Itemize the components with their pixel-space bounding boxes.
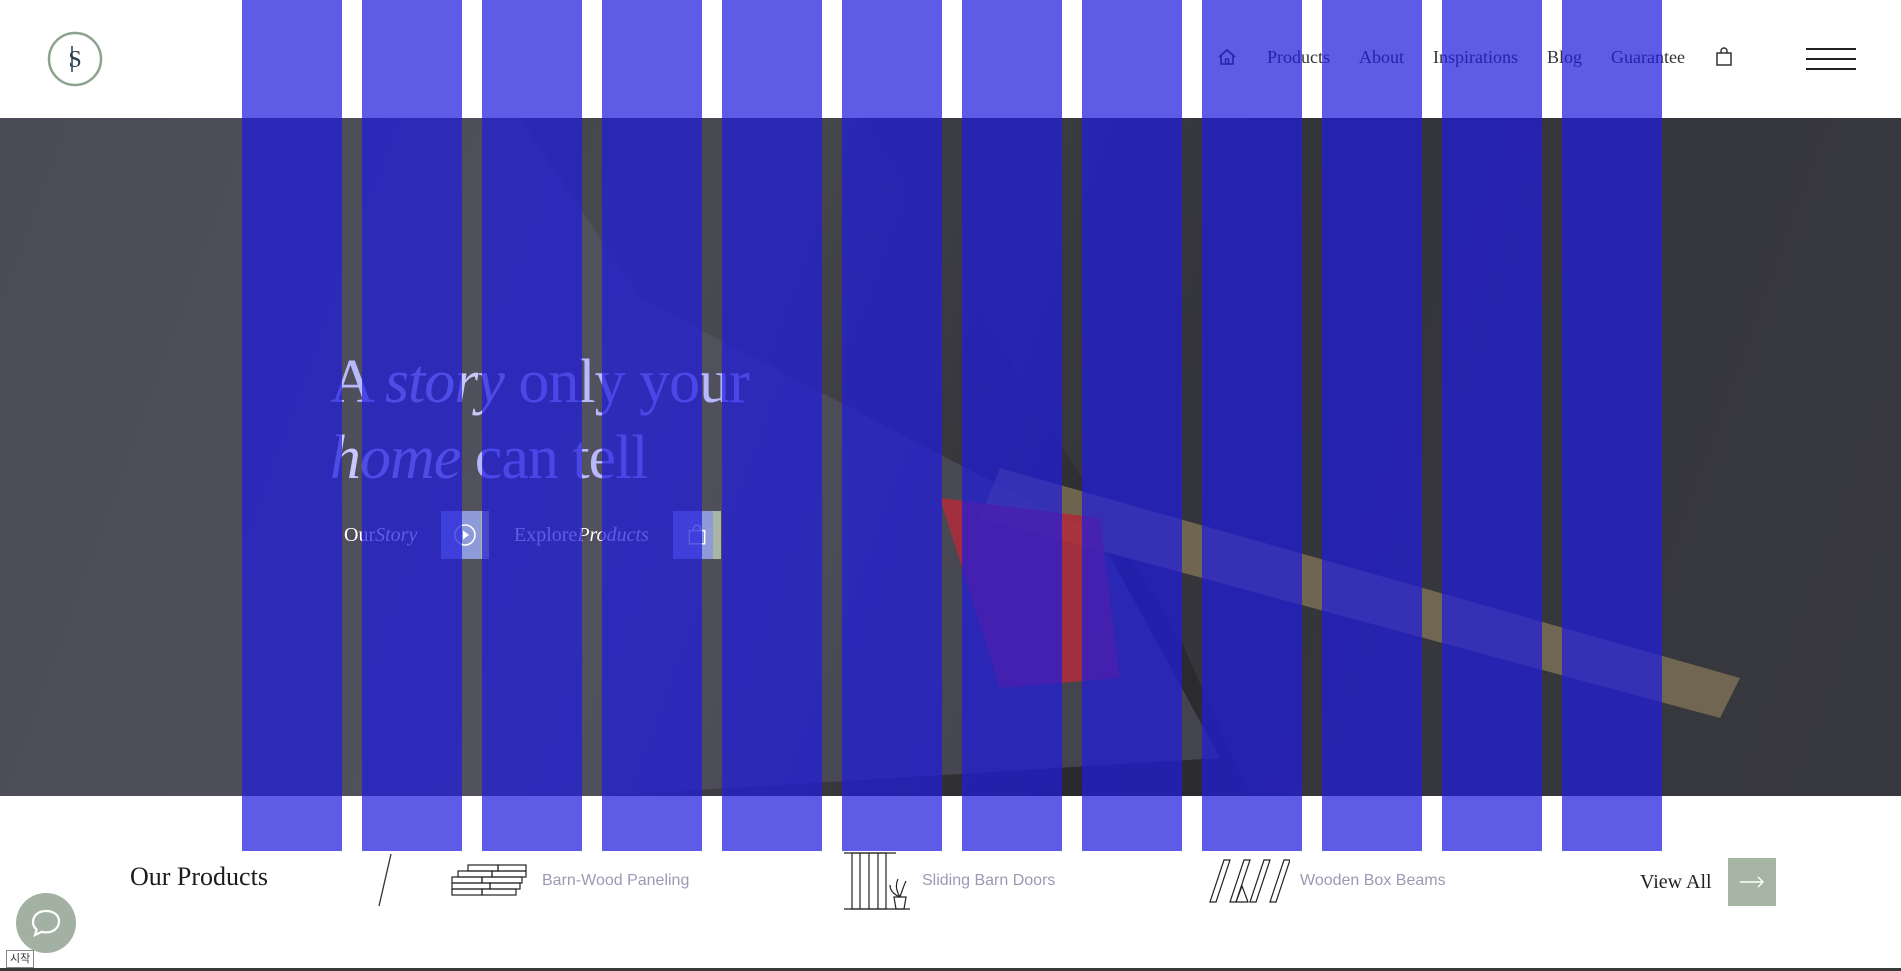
brand-logo-icon[interactable]: S xyxy=(46,30,104,88)
home-icon[interactable] xyxy=(1216,46,1238,68)
products-heading: Our Products xyxy=(130,862,268,891)
divider-slash xyxy=(378,854,392,906)
chat-widget-button[interactable] xyxy=(16,893,76,953)
shopping-bag-icon[interactable] xyxy=(1715,47,1733,67)
svg-text:S: S xyxy=(68,47,81,73)
nav-about[interactable]: About xyxy=(1359,47,1404,68)
hero-background-image xyxy=(0,118,1901,796)
nav-products[interactable]: Products xyxy=(1267,47,1330,68)
nav-blog[interactable]: Blog xyxy=(1547,47,1582,68)
our-story-button[interactable]: Our Story xyxy=(344,511,490,559)
product-wooden-box-beams[interactable]: Wooden Box Beams xyxy=(1206,846,1446,916)
barn-door-icon xyxy=(844,852,910,910)
shopping-bag-icon[interactable] xyxy=(672,511,721,559)
arrow-right-icon[interactable] xyxy=(1727,858,1776,906)
product-sliding-barn-doors[interactable]: Sliding Barn Doors xyxy=(842,846,1055,916)
box-beams-icon xyxy=(1209,859,1290,903)
nav-inspirations[interactable]: Inspirations xyxy=(1433,47,1518,68)
view-all-link[interactable]: View All xyxy=(1640,858,1776,906)
paneling-icon xyxy=(451,864,527,896)
site-header: S Products About Inspirations Blog Guara… xyxy=(0,0,1901,118)
play-icon[interactable] xyxy=(441,511,490,559)
start-tag: 시작 xyxy=(6,950,35,968)
chat-bubble-icon xyxy=(31,909,61,938)
product-barn-wood-paneling[interactable]: Barn-Wood Paneling xyxy=(450,846,689,916)
products-strip: Our Products Barn-Wood Paneling Sliding … xyxy=(0,796,1901,971)
hero-section: A story only your home can tell Our Stor… xyxy=(0,118,1901,796)
main-nav: Products About Inspirations Blog Guarant… xyxy=(1216,46,1733,68)
explore-products-button[interactable]: Explore Products xyxy=(514,511,721,559)
hero-headline: A story only your home can tell xyxy=(330,348,750,492)
nav-guarantee[interactable]: Guarantee xyxy=(1611,47,1685,68)
menu-hamburger-icon[interactable] xyxy=(1806,48,1856,72)
